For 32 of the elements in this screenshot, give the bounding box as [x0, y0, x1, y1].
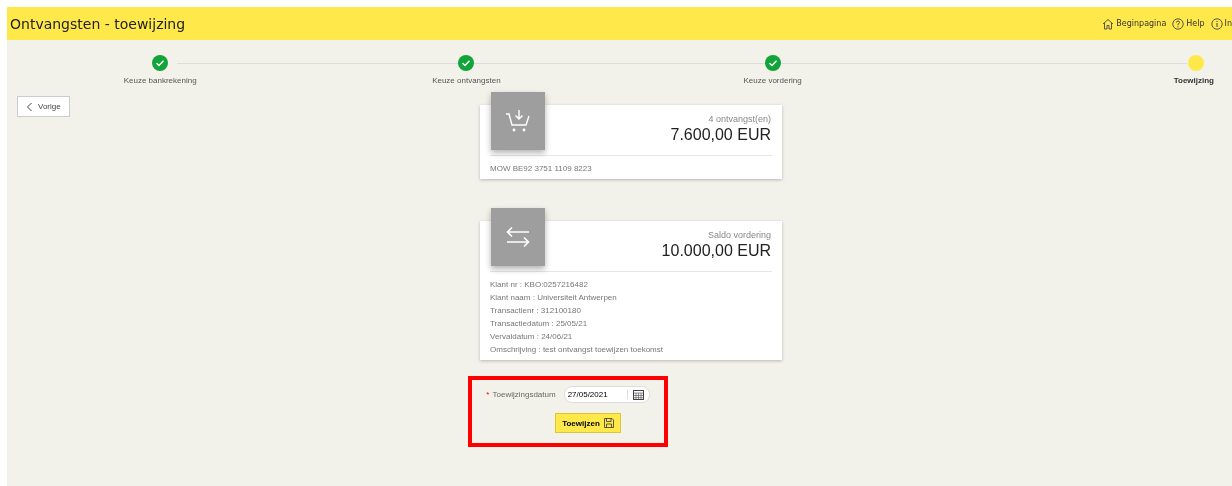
card-caption: Saldo vordering [707, 230, 771, 240]
card-caption: 4 ontvangst(en) [708, 114, 771, 124]
detail-text: Transactienr : 312100180 [490, 306, 582, 315]
step-label: Keuze bankrekening [123, 76, 197, 85]
card-amount: 10.000,00 EUR [661, 242, 771, 260]
detail-text: Vervaldatum : 24/06/21 [490, 332, 574, 341]
step-label: Toewijzing [1173, 76, 1214, 85]
detail-text: Omschrijving : test ontvangst toewijzen toekomst [490, 345, 664, 354]
chevron-left-icon [26, 101, 33, 112]
home-icon [1102, 17, 1115, 30]
detail-text: Klant nr : KBO:0257216482 [490, 280, 589, 289]
cart-download-icon [505, 109, 531, 133]
required-mark: * [486, 390, 490, 399]
step-label: Keuze ontvangsten [432, 76, 501, 85]
help-icon [1172, 17, 1185, 30]
header-link[interactable]: Beginpagina [1102, 17, 1167, 30]
transfer-arrows-icon [505, 226, 531, 248]
detail-text: Transactiedatum : 25/05/21 [490, 319, 589, 328]
calendar-icon [632, 389, 644, 400]
back-button[interactable]: Vorige [17, 96, 70, 117]
header-link[interactable]: In [1210, 17, 1232, 30]
card-amount: 7.600,00 EUR [670, 126, 771, 144]
save-icon [603, 418, 614, 428]
window-title: Ontvangsten - toewijzing [10, 15, 186, 32]
field-label: * Toewijzingsdatum [486, 390, 556, 399]
assign-button[interactable]: Toewijzen [555, 413, 621, 433]
detail-text: Klant naam : Universiteit Antwerpen [490, 293, 618, 302]
date-field[interactable]: 27/05/2021 [563, 386, 650, 403]
info-icon [1210, 17, 1223, 30]
header-link[interactable]: Help [1172, 17, 1205, 30]
detail-text: MOW BE92 3751 1109 8223 [490, 164, 593, 173]
step-label: Keuze vordering [743, 76, 802, 85]
